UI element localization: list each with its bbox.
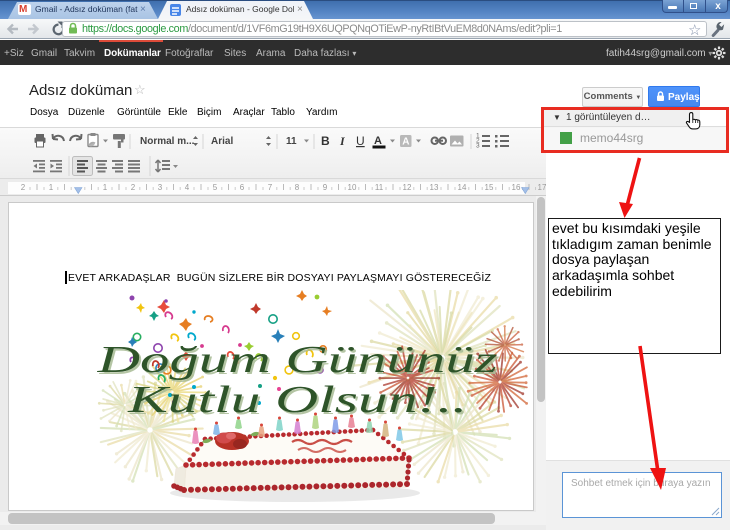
svg-text:6: 6: [240, 183, 245, 192]
svg-text:14: 14: [458, 183, 467, 192]
svg-text:1: 1: [103, 183, 108, 192]
svg-text:B: B: [321, 134, 330, 148]
svg-text:15: 15: [485, 183, 494, 192]
svg-text:13: 13: [430, 183, 439, 192]
svg-text:Doğum Gününüz: Doğum Gününüz: [96, 339, 498, 381]
svg-text:Kutlu Olsun!..: Kutlu Olsun!..: [127, 379, 468, 421]
svg-text:16: 16: [512, 183, 521, 192]
svg-text:8: 8: [295, 183, 300, 192]
svg-text:7: 7: [268, 183, 273, 192]
svg-text:Arial: Arial: [211, 136, 233, 147]
svg-text:11: 11: [286, 136, 297, 147]
svg-text:A: A: [374, 135, 382, 147]
svg-text:U: U: [356, 134, 365, 148]
svg-text:2: 2: [131, 183, 136, 192]
svg-text:1: 1: [49, 183, 54, 192]
svg-text:A: A: [402, 137, 409, 148]
svg-text:Normal m...: Normal m...: [140, 136, 195, 147]
svg-text:11: 11: [375, 183, 384, 192]
svg-text:I: I: [339, 134, 346, 148]
svg-text:5: 5: [213, 183, 218, 192]
svg-text:2: 2: [21, 183, 26, 192]
svg-text:12: 12: [403, 183, 412, 192]
svg-text:4: 4: [185, 183, 190, 192]
svg-text:10: 10: [348, 183, 357, 192]
svg-text:3: 3: [158, 183, 163, 192]
svg-text:9: 9: [323, 183, 328, 192]
svg-text:17: 17: [538, 183, 546, 192]
svg-text:3: 3: [476, 143, 480, 150]
